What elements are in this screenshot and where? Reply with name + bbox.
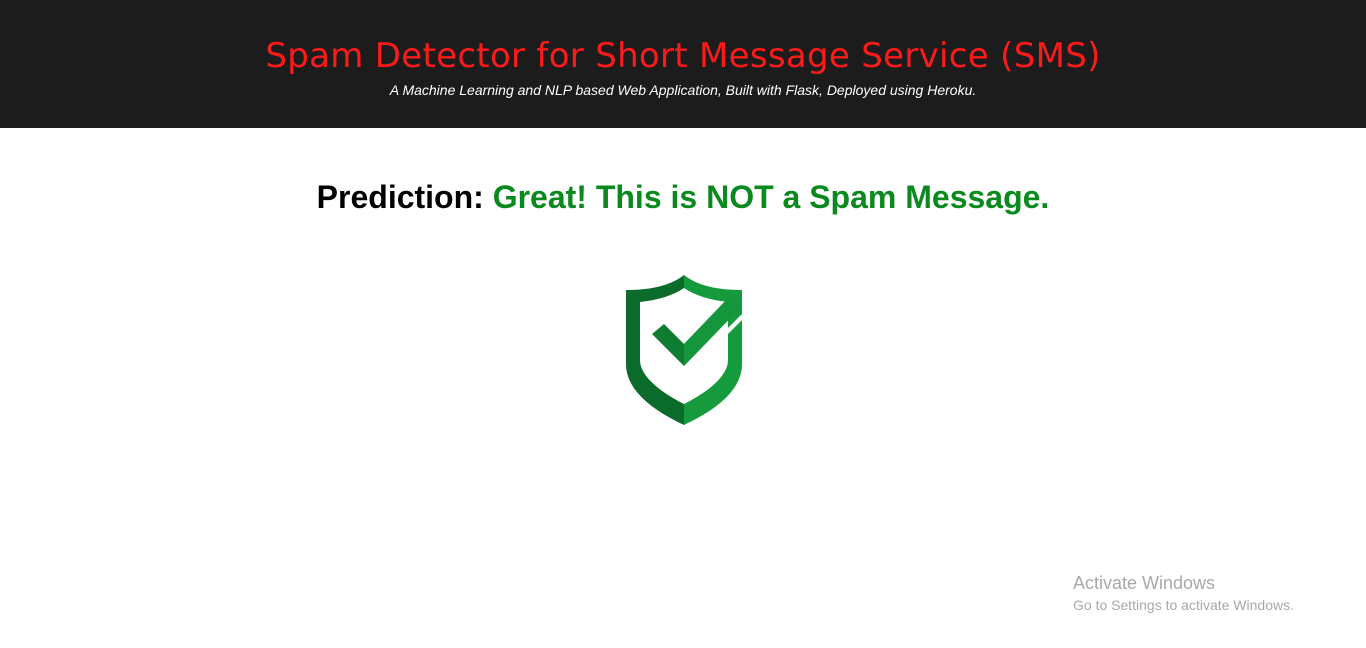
app-title: Spam Detector for Short Message Service …: [265, 36, 1101, 76]
watermark-subtitle: Go to Settings to activate Windows.: [1073, 597, 1294, 613]
prediction-result: Prediction: Great! This is NOT a Spam Me…: [0, 178, 1366, 216]
prediction-message: Great! This is NOT a Spam Message.: [492, 179, 1050, 215]
header-banner: Spam Detector for Short Message Service …: [0, 0, 1366, 128]
windows-activation-watermark: Activate Windows Go to Settings to activ…: [1073, 572, 1294, 615]
shield-check-icon: [622, 272, 746, 428]
app-subtitle: A Machine Learning and NLP based Web App…: [389, 82, 977, 98]
watermark-title: Activate Windows: [1073, 573, 1216, 593]
prediction-label: Prediction:: [316, 179, 484, 215]
